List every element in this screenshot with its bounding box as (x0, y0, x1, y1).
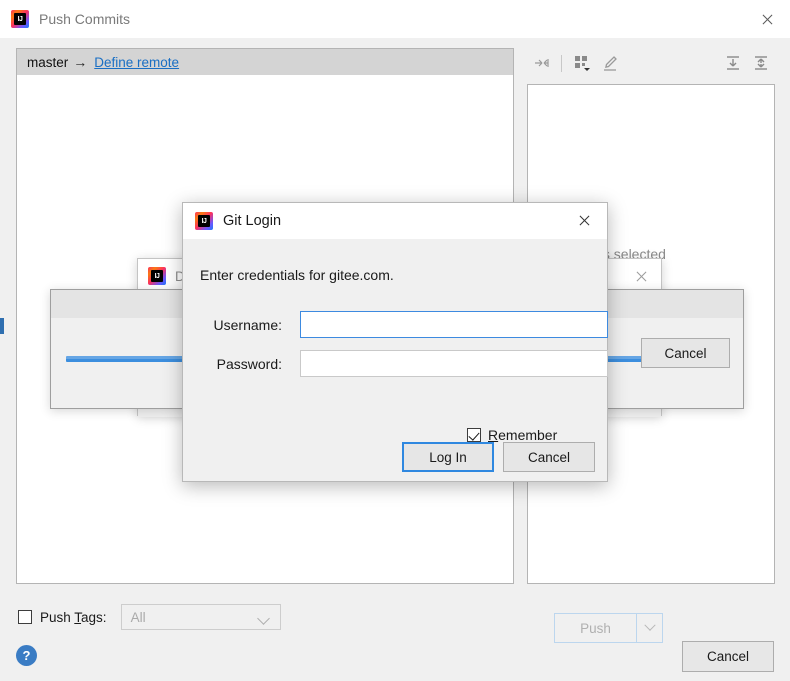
push-tags-label: Push Tags: (40, 609, 107, 625)
close-icon (761, 13, 774, 26)
git-login-submit-button[interactable]: Log In (402, 442, 494, 472)
expand-all-icon[interactable] (719, 50, 747, 76)
intellij-idea-icon: IJ (11, 10, 29, 28)
git-login-titlebar: IJ Git Login (183, 203, 607, 239)
git-login-title: Git Login (223, 213, 282, 229)
push-split-button: Push (554, 613, 663, 643)
branch-header-row: master → Define remote (17, 49, 513, 75)
progress-edge-marker (0, 318, 4, 334)
toolbar-separator (561, 54, 562, 72)
help-button[interactable]: ? (16, 645, 37, 666)
group-by-icon[interactable] (568, 50, 596, 76)
collapse-all-icon[interactable] (747, 50, 775, 76)
chevron-down-icon (643, 619, 656, 631)
git-login-message: Enter credentials for gitee.com. (200, 267, 394, 283)
intellij-idea-icon: IJ (148, 267, 166, 285)
cancel-button[interactable]: Cancel (682, 641, 774, 672)
username-input[interactable] (300, 311, 608, 338)
git-login-cancel-button[interactable]: Cancel (503, 442, 595, 472)
close-icon (578, 214, 593, 229)
chevron-down-icon (256, 612, 270, 625)
git-login-close-button[interactable] (563, 203, 607, 239)
remember-row: Remember (467, 427, 557, 443)
window-titlebar: IJ Push Commits (0, 0, 790, 38)
username-label: Username: (213, 316, 282, 333)
remember-label: Remember (488, 427, 558, 443)
progress-cancel-button[interactable]: Cancel (641, 338, 730, 368)
window-close-button[interactable] (744, 0, 790, 38)
define-remote-link[interactable]: Define remote (94, 55, 179, 70)
collapse-to-left-icon[interactable] (527, 50, 555, 76)
branch-local-name: master (27, 54, 69, 70)
remember-checkbox[interactable] (467, 428, 481, 442)
push-tags-row: Push Tags: All (18, 604, 281, 630)
username-row: Username: (200, 311, 608, 338)
password-input[interactable] (300, 350, 608, 377)
intellij-idea-icon: IJ (195, 212, 213, 230)
edit-pencil-icon[interactable] (596, 50, 624, 76)
push-dropdown-button[interactable] (637, 613, 663, 643)
git-login-dialog: IJ Git Login Enter credentials for gitee… (182, 202, 608, 482)
details-toolbar (527, 48, 775, 78)
push-commits-window: IJ Push Commits master → Define remote s… (0, 0, 790, 681)
define-remote-close-button[interactable] (621, 259, 661, 293)
push-button[interactable]: Push (554, 613, 637, 643)
push-tags-combo-value: All (130, 609, 146, 625)
push-tags-checkbox[interactable] (18, 610, 32, 624)
branch-arrow-icon: → (73, 54, 88, 70)
password-label: Password: (216, 355, 282, 372)
push-tags-combo[interactable]: All (120, 604, 281, 630)
window-title: Push Commits (39, 11, 131, 27)
close-icon (635, 270, 648, 283)
password-row: Password: (200, 350, 608, 377)
